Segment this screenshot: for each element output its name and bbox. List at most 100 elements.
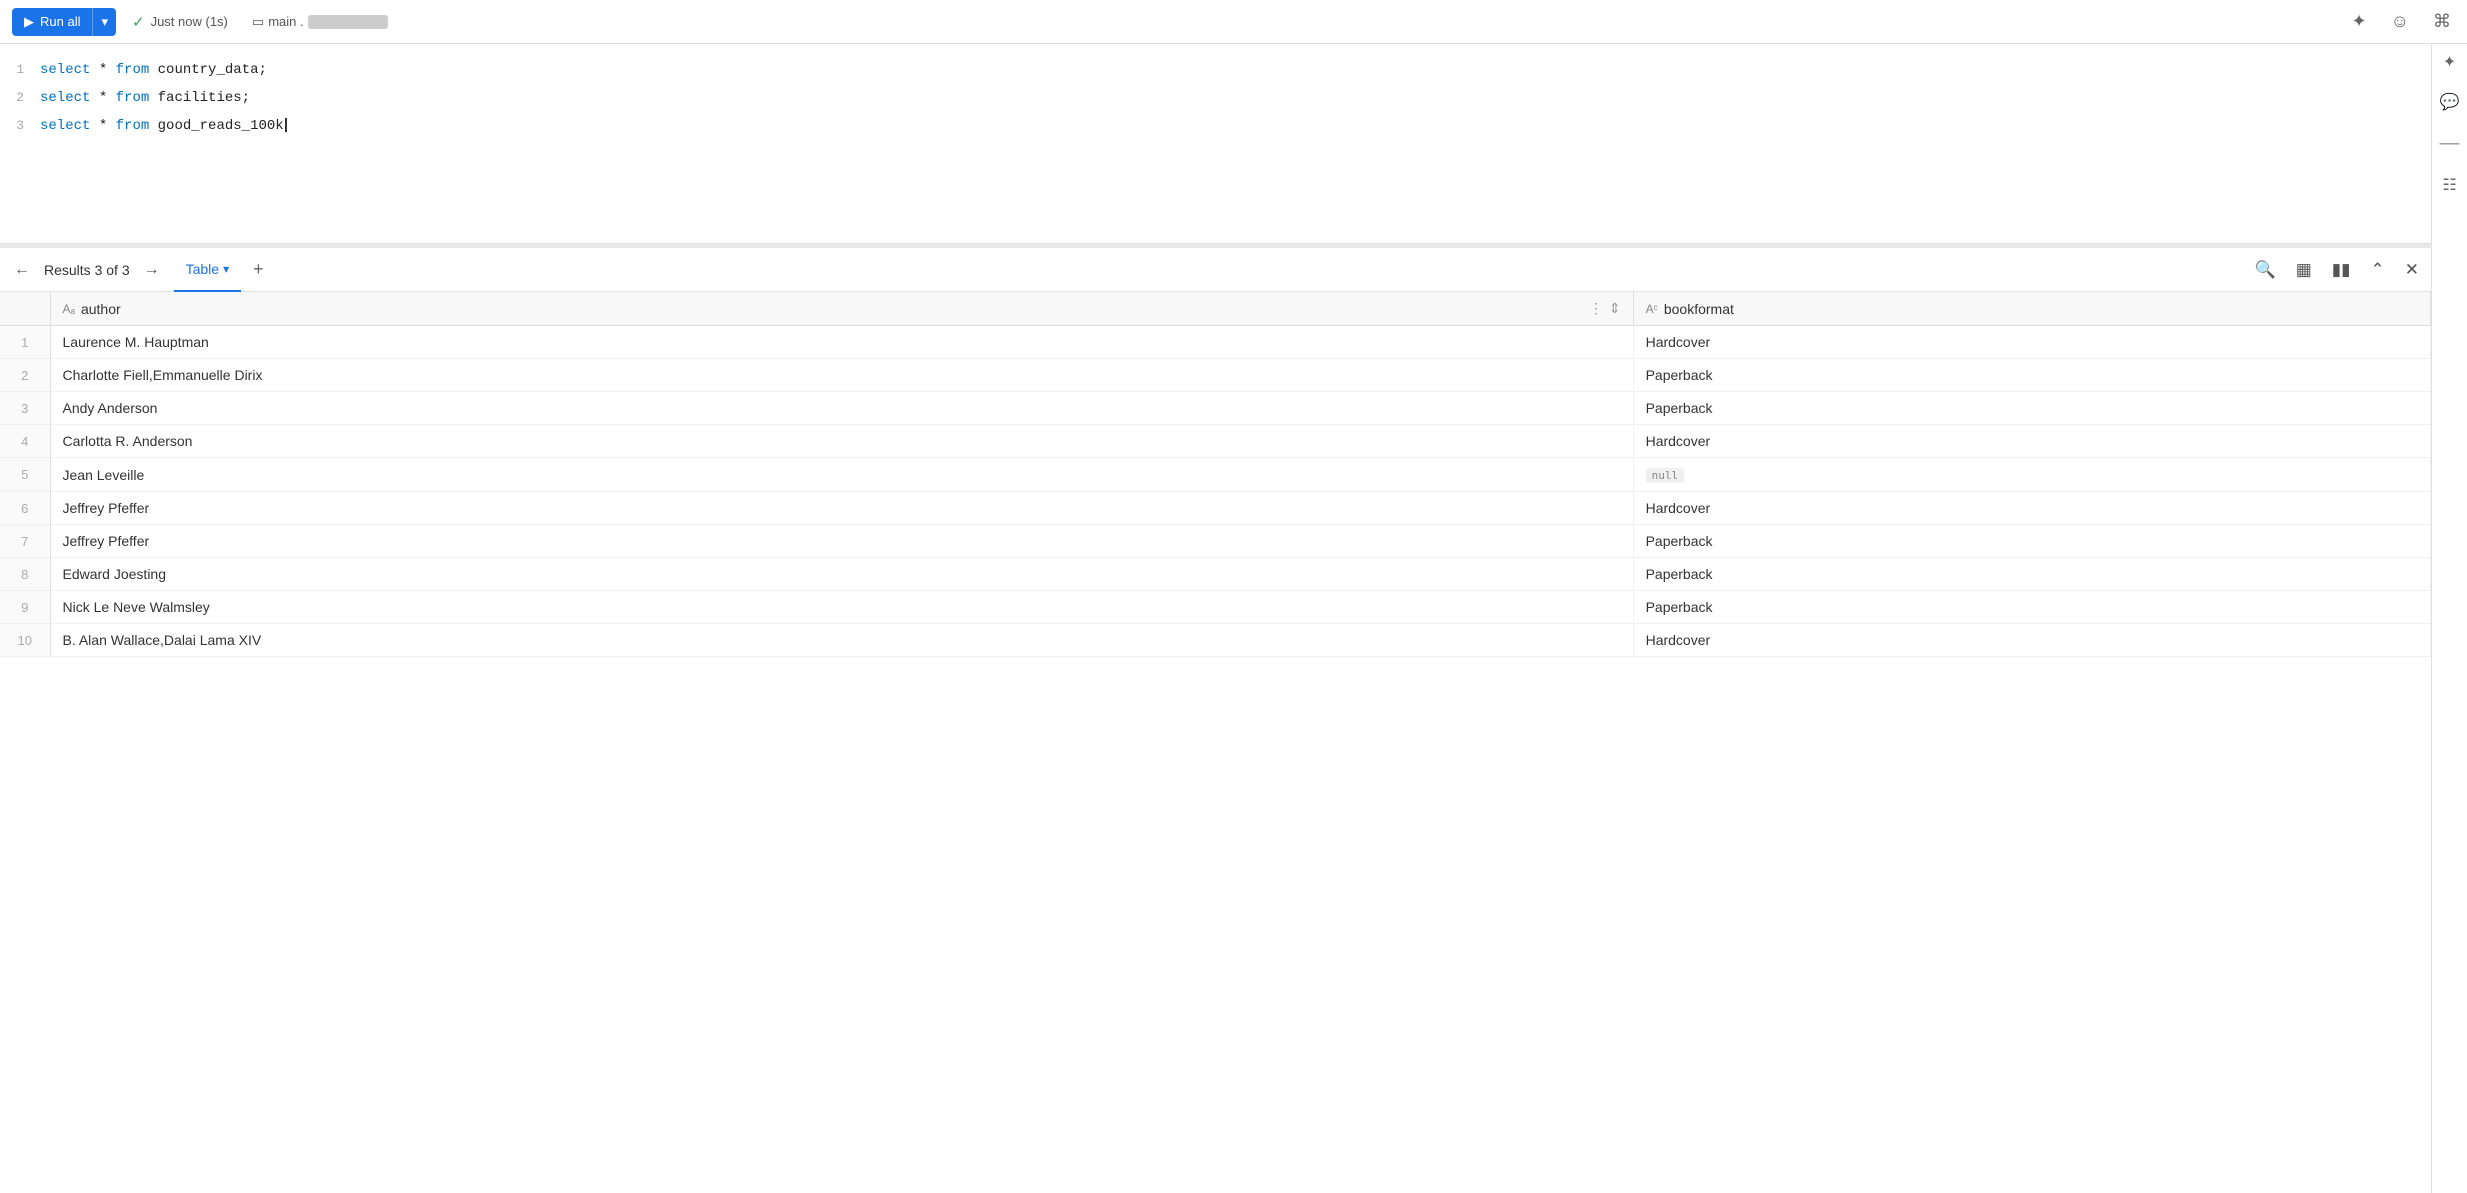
file-icon: ▭ <box>252 14 264 30</box>
results-tabs: ← Results 3 of 3 → Table ▾ + 🔍 ▦ ▮ <box>0 248 2431 292</box>
search-icon: 🔍 <box>2255 260 2276 279</box>
author-column-header[interactable]: Aₐ author ⋮ ⇕ <box>50 292 1633 326</box>
line-number-2: 2 <box>0 86 40 110</box>
line-content-3: select * from good_reads_100k <box>40 114 2431 138</box>
row-number: 8 <box>0 558 50 591</box>
table-row: 7Jeffrey PfefferPaperback <box>0 525 2431 558</box>
author-column-label: author <box>81 301 121 317</box>
line-content-1: select * from country_data; <box>40 58 2431 82</box>
close-results-button[interactable]: ✕ <box>2401 256 2423 284</box>
null-badge: null <box>1646 468 1685 483</box>
keyboard-shortcut-button[interactable]: ⌘ <box>2429 7 2455 36</box>
run-all-label: Run all <box>40 14 80 29</box>
filter-icon: ▦ <box>2296 260 2312 279</box>
author-cell: Jean Leveille <box>50 458 1633 492</box>
chat-button[interactable]: ☺ <box>2387 7 2413 36</box>
play-icon: ▶ <box>24 14 34 30</box>
row-number: 10 <box>0 624 50 657</box>
keyboard-icon: ⌘ <box>2433 11 2451 31</box>
code-line-3: 3 select * from good_reads_100k <box>0 112 2431 140</box>
author-cell: Carlotta R. Anderson <box>50 425 1633 458</box>
row-number: 7 <box>0 525 50 558</box>
add-tab-button[interactable]: + <box>249 259 268 280</box>
author-cell: Nick Le Neve Walmsley <box>50 591 1633 624</box>
run-all-button[interactable]: ▶ Run all ▾ <box>12 8 116 36</box>
line-number-1: 1 <box>0 58 40 82</box>
author-cell: Jeffrey Pfeffer <box>50 525 1633 558</box>
bookformat-cell: Hardcover <box>1633 326 2430 359</box>
bookformat-cell: Paperback <box>1633 359 2430 392</box>
db-name: main . <box>268 14 303 29</box>
status-text: Just now (1s) <box>151 14 228 29</box>
columns-icon: ▮▮ <box>2332 260 2351 279</box>
results-label: Results 3 of 3 <box>44 262 130 278</box>
code-line-2: 2 select * from facilities; <box>0 84 2431 112</box>
bookformat-cell: Hardcover <box>1633 624 2430 657</box>
author-col-sort-button[interactable]: ⇕ <box>1609 300 1621 317</box>
toolbar-right: ✦ ☺ ⌘ <box>2348 7 2455 36</box>
check-icon: ✓ <box>132 13 145 31</box>
toolbar-status: ✓ Just now (1s) <box>132 13 228 31</box>
bookformat-column-label: bookformat <box>1664 301 1734 317</box>
table-row: 8Edward JoestingPaperback <box>0 558 2431 591</box>
toolbar: ▶ Run all ▾ ✓ Just now (1s) ▭ main . ✦ ☺… <box>0 0 2467 44</box>
author-type-icon: Aₐ <box>63 302 75 316</box>
table-body: 1Laurence M. HauptmanHardcover2Charlotte… <box>0 326 2431 657</box>
db-info: ▭ main . <box>252 14 388 30</box>
search-button[interactable]: 🔍 <box>2251 256 2280 284</box>
table-row: 4Carlotta R. AndersonHardcover <box>0 425 2431 458</box>
code-editor[interactable]: 1 select * from country_data; 2 select *… <box>0 44 2431 244</box>
table-row: 6Jeffrey PfefferHardcover <box>0 492 2431 525</box>
row-number: 6 <box>0 492 50 525</box>
sparkle-button[interactable]: ✦ <box>2348 7 2371 36</box>
row-number: 5 <box>0 458 50 492</box>
prev-result-button[interactable]: ← <box>8 257 36 283</box>
results-actions: 🔍 ▦ ▮▮ ⌃ ✕ <box>2251 256 2423 284</box>
collapse-button[interactable]: ⌃ <box>2367 256 2389 284</box>
divider-line: — <box>2440 132 2460 155</box>
results-panel: ← Results 3 of 3 → Table ▾ + 🔍 ▦ ▮ <box>0 248 2431 1193</box>
run-all-main: ▶ Run all <box>12 8 92 36</box>
author-cell: Edward Joesting <box>50 558 1633 591</box>
grid-side-icon[interactable]: ☷ <box>2442 175 2456 195</box>
right-side-panel: ✦ 💬 — ☷ <box>2431 44 2467 1193</box>
bookformat-type-icon: Aᶜ <box>1646 302 1658 316</box>
table-header-row: Aₐ author ⋮ ⇕ Aᶜ bookformat <box>0 292 2431 326</box>
main-container: 1 select * from country_data; 2 select *… <box>0 44 2467 1193</box>
table-row: 9Nick Le Neve WalmsleyPaperback <box>0 591 2431 624</box>
author-cell: Andy Anderson <box>50 392 1633 425</box>
data-table: Aₐ author ⋮ ⇕ Aᶜ bookformat <box>0 292 2431 657</box>
editor-results: 1 select * from country_data; 2 select *… <box>0 44 2431 1193</box>
row-number: 4 <box>0 425 50 458</box>
bookformat-cell: Paperback <box>1633 392 2430 425</box>
table-tab-dropdown[interactable]: ▾ <box>223 262 229 276</box>
row-number: 9 <box>0 591 50 624</box>
author-cell: B. Alan Wallace,Dalai Lama XIV <box>50 624 1633 657</box>
table-row: 10B. Alan Wallace,Dalai Lama XIVHardcove… <box>0 624 2431 657</box>
table-tab-label: Table <box>186 261 219 277</box>
bookformat-cell: null <box>1633 458 2430 492</box>
bookformat-cell: Hardcover <box>1633 425 2430 458</box>
row-number: 1 <box>0 326 50 359</box>
filter-button[interactable]: ▦ <box>2292 256 2316 284</box>
author-cell: Jeffrey Pfeffer <box>50 492 1633 525</box>
sparkle-icon: ✦ <box>2352 11 2367 31</box>
chat-side-icon[interactable]: 💬 <box>2440 92 2460 112</box>
author-cell: Laurence M. Hauptman <box>50 326 1633 359</box>
sparkle-side-icon[interactable]: ✦ <box>2443 52 2456 72</box>
columns-button[interactable]: ▮▮ <box>2328 256 2355 284</box>
table-tab[interactable]: Table ▾ <box>174 248 242 292</box>
chat-icon: ☺ <box>2391 11 2409 31</box>
table-row: 2Charlotte Fiell,Emmanuelle DirixPaperba… <box>0 359 2431 392</box>
row-number: 2 <box>0 359 50 392</box>
run-all-caret-button[interactable]: ▾ <box>92 8 116 36</box>
table-row: 1Laurence M. HauptmanHardcover <box>0 326 2431 359</box>
next-result-button[interactable]: → <box>138 257 166 283</box>
table-container[interactable]: Aₐ author ⋮ ⇕ Aᶜ bookformat <box>0 292 2431 1193</box>
bookformat-cell: Hardcover <box>1633 492 2430 525</box>
chevron-up-icon: ⌃ <box>2371 260 2385 279</box>
code-line-1: 1 select * from country_data; <box>0 56 2431 84</box>
author-col-menu-button[interactable]: ⋮ <box>1589 300 1603 317</box>
table-row: 5Jean Leveille null <box>0 458 2431 492</box>
bookformat-column-header[interactable]: Aᶜ bookformat <box>1633 292 2430 326</box>
